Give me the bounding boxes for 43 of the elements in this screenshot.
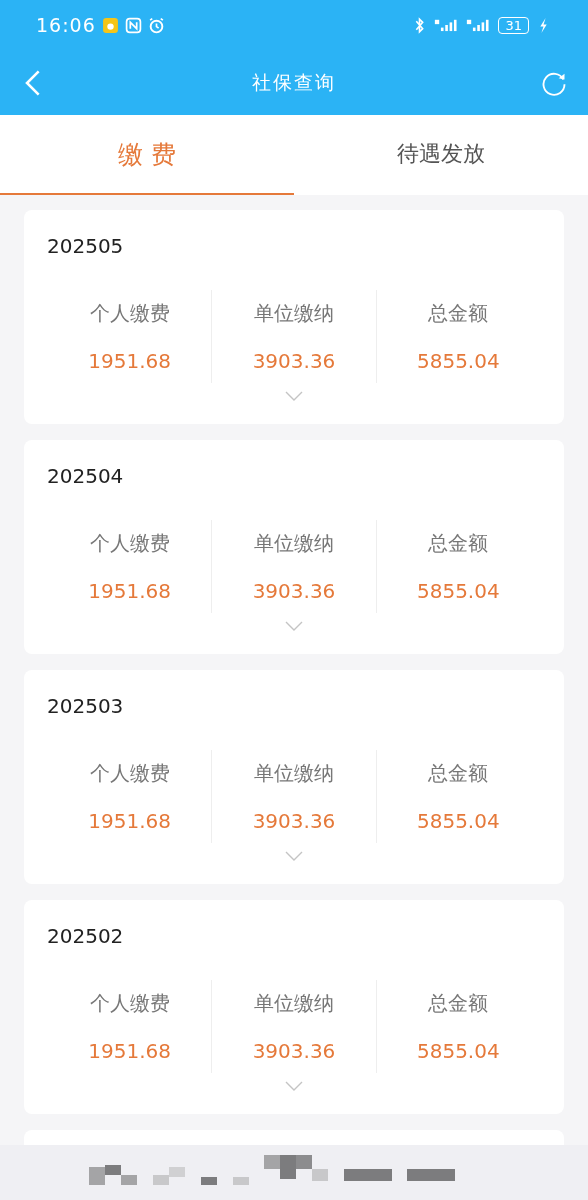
amount-label: 个人缴费 (89, 760, 170, 787)
record-card[interactable]: 202502 个人缴费 1951.68 单位缴纳 3903.36 总金额 5855.04 (24, 900, 564, 1114)
amount-value: 3903.36 (252, 1039, 336, 1063)
amount-value: 3903.36 (252, 809, 336, 833)
tab[interactable]: 待遇发放 (294, 115, 588, 195)
amount-value: 5855.04 (416, 579, 500, 603)
amount-value: 3903.36 (252, 579, 336, 603)
record-month: 202503 (46, 693, 125, 720)
amount-value: 3903.36 (252, 349, 336, 373)
record-card[interactable]: 202504 个人缴费 1951.68 单位缴纳 3903.36 总金额 5855.04 (24, 440, 564, 654)
expand-chevron-icon[interactable] (285, 391, 303, 401)
amount-label: 个人缴费 (89, 990, 170, 1017)
record-month: 202505 (46, 233, 125, 260)
status-time: 16:06 (36, 14, 96, 36)
battery-level: 31 (498, 16, 529, 34)
amount-label: 个人缴费 (89, 530, 170, 557)
record-card[interactable]: 202505 个人缴费 1951.68 单位缴纳 3903.36 总金额 5855.04 (24, 210, 564, 424)
record-month: 202502 (46, 923, 125, 950)
amount-label: 总金额 (428, 530, 489, 557)
amount-value: 5855.04 (416, 809, 500, 833)
amount-label: 总金额 (428, 760, 489, 787)
expand-chevron-icon[interactable] (285, 621, 303, 631)
amount-label: 单位缴纳 (254, 760, 334, 787)
amount-label: 个人缴费 (89, 300, 170, 327)
amount-value: 1951.68 (88, 809, 171, 833)
amount-value: 1951.68 (88, 1039, 171, 1063)
expand-chevron-icon[interactable] (285, 1081, 303, 1091)
amount-value: 5855.04 (416, 1039, 500, 1063)
amount-value: 5855.04 (416, 349, 500, 373)
nfc-icon (124, 16, 142, 34)
amount-value: 1951.68 (88, 349, 171, 373)
app-notification-icon (101, 16, 119, 34)
amount-label: 总金额 (428, 300, 489, 327)
page-title: 社保查询 (252, 69, 336, 95)
amount-label: 单位缴纳 (254, 990, 334, 1017)
amount-label: 单位缴纳 (254, 300, 334, 327)
amount-value: 1951.68 (88, 579, 171, 603)
amount-label: 总金额 (428, 990, 489, 1017)
expand-chevron-icon[interactable] (285, 851, 303, 861)
record-month: 202504 (46, 463, 125, 490)
alarm-icon (147, 16, 165, 34)
amount-label: 单位缴纳 (254, 530, 334, 557)
record-card[interactable]: 202503 个人缴费 1951.68 单位缴纳 3903.36 总金额 5855.04 (24, 670, 564, 884)
